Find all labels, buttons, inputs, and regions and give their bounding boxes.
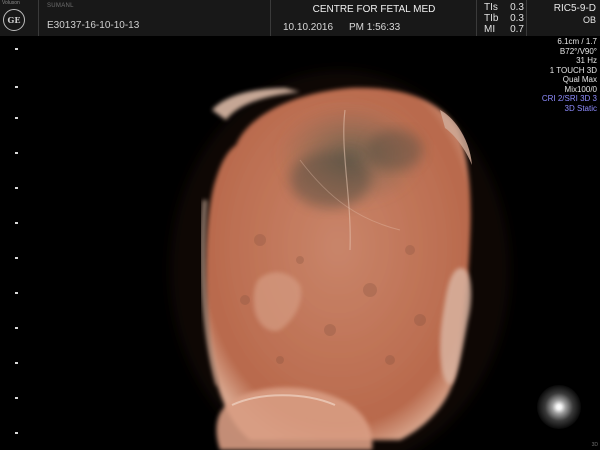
- light-source-icon[interactable]: [537, 385, 581, 429]
- mi-value: 0.7: [510, 24, 524, 35]
- probe-name: RIC5-9-D: [553, 3, 596, 14]
- imaging-parameters: 6.1cm / 1.7 B72°/V90° 31 Hz 1 TOUCH 3D Q…: [542, 37, 597, 113]
- patient-name: SUMANL: [47, 3, 74, 9]
- scan-angles: B72°/V90°: [559, 46, 597, 56]
- tib-label: TIb: [484, 13, 499, 24]
- 3d-volume-render: [170, 70, 510, 450]
- tib-value: 0.3: [510, 13, 524, 24]
- depth-tick: [15, 152, 18, 154]
- thermal-index-panel: TIs 0.3 TIb 0.3 MI 0.7: [476, 0, 526, 36]
- centre-name: CENTRE FOR FETAL MED: [312, 4, 436, 15]
- ultrasound-screen: Voluson GE SUMANL E30137-16-10-10-13 CEN…: [0, 0, 600, 450]
- render-mode: 3D Static: [564, 103, 597, 113]
- patient-info: SUMANL E30137-16-10-10-13: [38, 0, 270, 36]
- mix-setting: Mix100/0: [564, 84, 597, 94]
- patient-id: E30137-16-10-10-13: [47, 20, 140, 31]
- tis-value: 0.3: [510, 2, 524, 13]
- tis-label: TIs: [484, 2, 498, 13]
- mi-label: MI: [484, 24, 496, 35]
- depth-tick: [15, 327, 18, 329]
- depth-tick: [15, 48, 18, 50]
- depth-frequency: 6.1cm / 1.7: [557, 37, 597, 46]
- logo-cell: Voluson GE: [0, 0, 38, 36]
- ge-logo-icon: GE: [3, 9, 25, 31]
- depth-tick: [15, 257, 18, 259]
- depth-tick: [15, 86, 18, 88]
- exam-info: CENTRE FOR FETAL MED 10.10.2016 PM 1:56:…: [270, 0, 476, 36]
- probe-info: RIC5-9-D OB: [526, 0, 600, 36]
- depth-tick: [15, 432, 18, 434]
- depth-tick: [15, 222, 18, 224]
- exam-date: 10.10.2016: [283, 22, 334, 33]
- exam-preset: OB: [582, 15, 596, 25]
- depth-tick: [15, 362, 18, 364]
- cri-setting: CRI 2/SRI 3D 3: [541, 94, 597, 103]
- exam-time: PM 1:56:33: [349, 22, 401, 33]
- frame-rate: 31 Hz: [576, 56, 597, 65]
- brand-label: Voluson: [2, 0, 20, 6]
- depth-tick: [15, 397, 18, 399]
- depth-tick: [15, 117, 18, 119]
- depth-tick: [15, 187, 18, 189]
- info-header: Voluson GE SUMANL E30137-16-10-10-13 CEN…: [0, 0, 600, 36]
- quality-setting: Qual Max: [562, 75, 597, 84]
- acquisition-mode: 1 TOUCH 3D: [549, 65, 597, 75]
- depth-tick: [15, 292, 18, 294]
- corner-label: 3D: [591, 442, 598, 448]
